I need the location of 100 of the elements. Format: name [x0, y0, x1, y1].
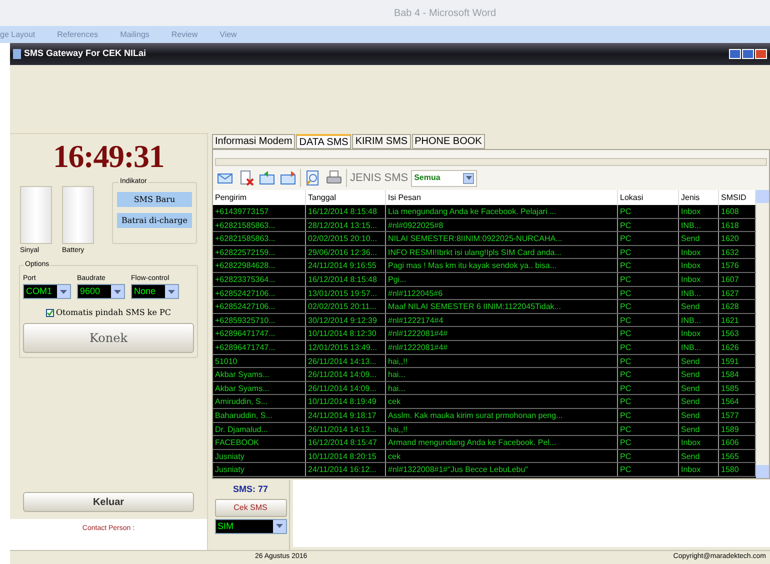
table-cell: Send: [679, 450, 719, 462]
table-cell: Inbox: [679, 259, 719, 272]
table-cell: PC: [618, 259, 679, 272]
table-cell: PC: [618, 395, 679, 408]
table-cell: +62821585863...: [213, 218, 306, 232]
checkbox[interactable]: [46, 309, 54, 317]
checkbox-label: Otomatis pindah SMS ke PC: [56, 307, 172, 319]
table-cell: Send: [679, 422, 719, 436]
table-cell: Akbar Syams...: [213, 368, 306, 381]
column-header: Tanggal: [306, 190, 386, 205]
envelope-send-icon[interactable]: [279, 169, 297, 187]
column-header: Pengirim: [213, 190, 306, 205]
table-cell: 24/11/2014 9:16:55: [306, 259, 386, 272]
table-cell: PC: [618, 286, 679, 300]
table-cell: 30/12/2014 9:12:39: [306, 314, 386, 326]
table-cell: Send: [679, 395, 719, 408]
table-cell: 10/11/2014 8:12:30: [306, 327, 386, 340]
tab[interactable]: DATA SMS: [296, 134, 352, 149]
table-cell: 29/06/2016 12:36...: [306, 246, 386, 258]
close-button[interactable]: [755, 49, 767, 59]
table-cell: PC: [618, 272, 679, 286]
tab[interactable]: Informasi Modem: [212, 134, 296, 149]
table-cell: +61439773157: [213, 205, 306, 218]
indicator-label: Batrai di-charge: [117, 213, 192, 228]
table-cell: Jusniaty: [213, 463, 306, 476]
table-cell: Inbox: [679, 327, 719, 340]
table-cell: #nl#1322008#1#"Jus Becce LebuLebu": [386, 463, 618, 476]
connect-button[interactable]: Konek: [23, 323, 194, 353]
table-cell: Inbox: [679, 205, 719, 218]
tab[interactable]: PHONE BOOK: [412, 134, 485, 149]
table-cell: +62822572159...: [213, 246, 306, 258]
table-cell: +62852427106...: [213, 300, 306, 313]
table-cell: 10/11/2014 8:20:15: [306, 450, 386, 462]
table-cell: PC: [618, 232, 679, 245]
table-cell: PC: [618, 205, 679, 218]
sms-count: SMS: 77: [232, 483, 268, 496]
filter-dropdown[interactable]: Semua: [411, 170, 478, 186]
table-cell: #nl#1122045#6: [386, 286, 618, 300]
column-header: Lokasi: [618, 190, 679, 205]
dropdown[interactable]: None: [131, 284, 179, 299]
table-cell: Maaf NILAI SEMESTER 6 IINIM:1122045Tidak...: [386, 300, 618, 313]
exit-button[interactable]: Keluar: [23, 492, 194, 512]
envelope-arrow-icon[interactable]: [258, 169, 276, 187]
table-cell: PC: [618, 354, 679, 368]
filter-label: JENIS SMS: [350, 170, 408, 186]
table-cell: hai...: [386, 368, 618, 381]
table-cell: Inbox: [679, 463, 719, 476]
clock: 16:49:31: [52, 140, 165, 172]
table-cell: cek: [386, 450, 618, 462]
table-cell: Dr. Djamalud...: [213, 422, 306, 436]
meter: [20, 186, 52, 244]
maximize-button[interactable]: [742, 49, 754, 59]
table-cell: 02/02/2015 20:10...: [306, 232, 386, 245]
table-cell: 24/11/2014 9:18:17: [306, 408, 386, 422]
table-cell: Send: [679, 368, 719, 381]
table-cell: +62896471747...: [213, 340, 306, 354]
table-cell: INFO RESMI!Ibrkt isi ulang!Ipls SIM Card anda...: [386, 246, 618, 258]
table-cell: 24/11/2014 16:12...: [306, 463, 386, 476]
table-cell: hai,,!!: [386, 354, 618, 368]
table-cell: 02/02/2015 20:11...: [306, 300, 386, 313]
table-cell: PC: [618, 463, 679, 476]
storage-dropdown[interactable]: SIM: [214, 518, 286, 534]
check-sms-button[interactable]: Cek SMS: [214, 498, 286, 516]
table-cell: Amiruddin, S...: [213, 395, 306, 408]
table-cell: Lia mengundang Anda ke Facebook. Pelajari ...: [386, 205, 618, 218]
table-cell: +62852427106...: [213, 286, 306, 300]
meter: [62, 186, 94, 244]
table-cell: +62823375364...: [213, 272, 306, 286]
table-cell: #nl#1222081#4#: [386, 340, 618, 354]
table-cell: Inbox: [679, 272, 719, 286]
scrollbar[interactable]: [756, 190, 769, 478]
table-cell: INB...: [679, 218, 719, 232]
table-cell: 10/11/2014 8:19:49: [306, 395, 386, 408]
table-cell: Send: [679, 232, 719, 245]
dropdown[interactable]: 9600: [77, 284, 125, 299]
word-title: Bab 4 - Microsoft Word: [392, 6, 496, 20]
table-cell: Send: [679, 408, 719, 422]
app-title: SMS Gateway For CEK NILai: [24, 47, 146, 60]
table-cell: Baharuddin, S...: [213, 408, 306, 422]
table-cell: PC: [618, 246, 679, 258]
table-cell: Inbox: [679, 436, 719, 449]
table-cell: Send: [679, 354, 719, 368]
table-cell: Send: [679, 300, 719, 313]
tab[interactable]: KIRIM SMS: [352, 134, 411, 149]
column-header: Isi Pesan: [386, 190, 618, 205]
table-cell: NILAI SEMESTER:8IINIM:0922025-NURCAHA...: [386, 232, 618, 245]
table-cell: 28/12/2014 13:15...: [306, 218, 386, 232]
dropdown[interactable]: COM1: [23, 284, 71, 299]
table-cell: FACEBOOK: [213, 436, 306, 449]
table-cell: Pgi...: [386, 272, 618, 286]
table-cell: INB...: [679, 340, 719, 354]
table-cell: cek: [386, 395, 618, 408]
table-cell: PC: [618, 382, 679, 394]
minimize-button[interactable]: [729, 49, 741, 59]
table-cell: 26/11/2014 14:13...: [306, 354, 386, 368]
table-cell: 16/12/2014 8:15:48: [306, 272, 386, 286]
table-cell: Armand mengundang Anda ke Facebook. Pel...: [386, 436, 618, 449]
table-cell: PC: [618, 314, 679, 326]
table-cell: 13/01/2015 19:57...: [306, 286, 386, 300]
table-cell: PC: [618, 450, 679, 462]
